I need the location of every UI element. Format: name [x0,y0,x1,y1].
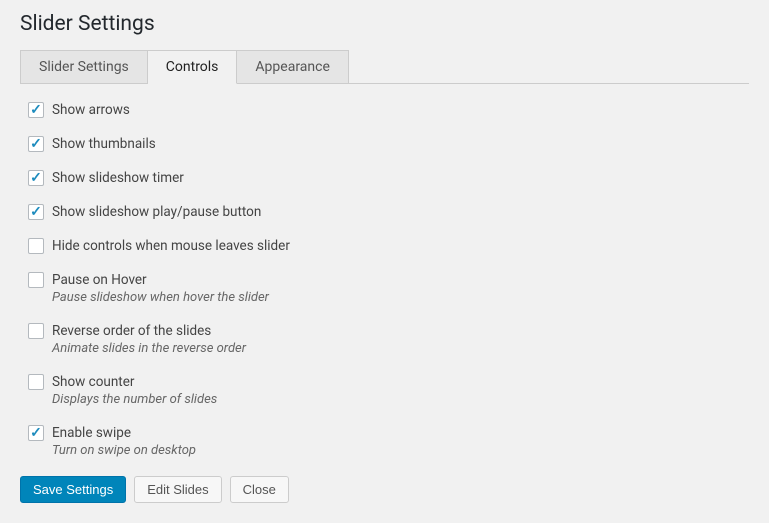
tab-appearance[interactable]: Appearance [237,50,348,84]
checkbox-icon[interactable] [28,238,44,254]
checkbox-icon[interactable] [28,204,44,220]
checkbox-icon[interactable] [28,323,44,339]
checkbox-label: Pause on Hover [52,272,147,288]
checkbox-label: Hide controls when mouse leaves slider [52,238,290,254]
field-show-slideshow-timer: Show slideshow timer [28,170,749,186]
checkbox-icon[interactable] [28,374,44,390]
checkbox-show-arrows[interactable]: Show arrows [28,102,749,118]
page-title: Slider Settings [20,12,749,36]
checkbox-label: Show slideshow timer [52,170,184,186]
checkbox-icon[interactable] [28,170,44,186]
edit-slides-button[interactable]: Edit Slides [134,476,221,503]
checkbox-show-slideshow-timer[interactable]: Show slideshow timer [28,170,749,186]
field-show-play-pause: Show slideshow play/pause button [28,204,749,220]
checkbox-show-counter[interactable]: Show counter [28,374,749,390]
checkbox-label: Show thumbnails [52,136,156,152]
tab-controls[interactable]: Controls [148,50,238,84]
checkbox-icon[interactable] [28,425,44,441]
save-settings-button[interactable]: Save Settings [20,476,126,503]
checkbox-label: Show slideshow play/pause button [52,204,261,220]
checkbox-hide-controls-on-leave[interactable]: Hide controls when mouse leaves slider [28,238,749,254]
checkbox-show-thumbnails[interactable]: Show thumbnails [28,136,749,152]
checkbox-enable-swipe[interactable]: Enable swipe [28,425,749,441]
checkbox-icon[interactable] [28,136,44,152]
checkbox-pause-on-hover[interactable]: Pause on Hover [28,272,749,288]
field-description: Turn on swipe on desktop [52,443,749,458]
checkbox-show-play-pause[interactable]: Show slideshow play/pause button [28,204,749,220]
checkbox-label: Enable swipe [52,425,131,441]
close-button[interactable]: Close [230,476,289,503]
checkbox-label: Show counter [52,374,134,390]
checkbox-icon[interactable] [28,272,44,288]
checkbox-label: Reverse order of the slides [52,323,211,339]
field-show-arrows: Show arrows [28,102,749,118]
field-hide-controls-on-leave: Hide controls when mouse leaves slider [28,238,749,254]
field-show-counter: Show counter Displays the number of slide… [28,374,749,407]
tabs: Slider SettingsControlsAppearance [20,50,749,84]
field-pause-on-hover: Pause on Hover Pause slideshow when hover… [28,272,749,305]
field-enable-swipe: Enable swipe Turn on swipe on desktop [28,425,749,458]
field-description: Animate slides in the reverse order [52,341,749,356]
field-reverse-order: Reverse order of the slides Animate slide… [28,323,749,356]
tab-slider-settings[interactable]: Slider Settings [20,50,148,84]
checkbox-icon[interactable] [28,102,44,118]
checkbox-reverse-order[interactable]: Reverse order of the slides [28,323,749,339]
checkbox-label: Show arrows [52,102,130,118]
field-show-thumbnails: Show thumbnails [28,136,749,152]
field-description: Displays the number of slides [52,392,749,407]
action-row: Save Settings Edit Slides Close [20,476,749,503]
field-description: Pause slideshow when hover the slider [52,290,749,305]
